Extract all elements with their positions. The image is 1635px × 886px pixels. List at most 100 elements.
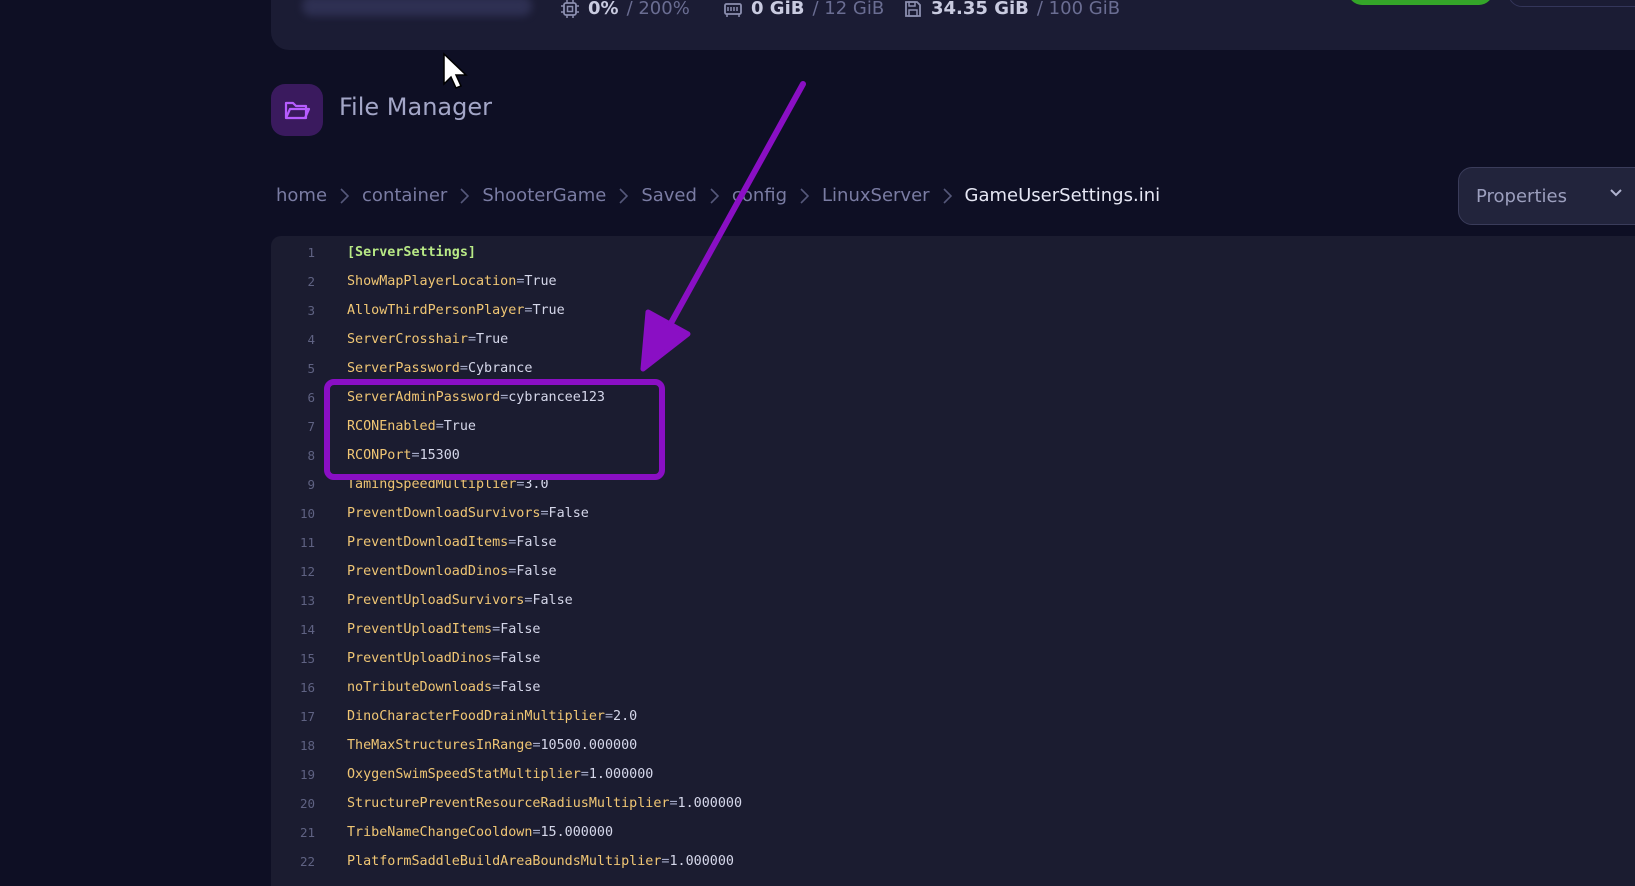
breadcrumb-linuxserver[interactable]: LinuxServer	[822, 185, 930, 206]
breadcrumb-saved[interactable]: Saved	[641, 185, 697, 206]
setting-value: False	[548, 506, 589, 521]
code-line[interactable]: 18 TheMaxStructuresInRange=10500.000000	[271, 731, 1635, 760]
breadcrumb-shootergame[interactable]: ShooterGame	[482, 185, 606, 206]
code-line[interactable]: 17 DinoCharacterFoodDrainMultiplier=2.0	[271, 702, 1635, 731]
setting-key: PreventDownloadItems	[347, 535, 509, 550]
code-line[interactable]: 3 AllowThirdPersonPlayer=True	[271, 296, 1635, 325]
line-number: 8	[307, 448, 315, 463]
chevron-right-icon	[340, 187, 350, 204]
restart-button[interactable]	[1508, 0, 1635, 7]
memory-max: / 12 GiB	[812, 0, 885, 19]
breadcrumb-home[interactable]: home	[276, 185, 327, 206]
code-line[interactable]: 11 PreventDownloadItems=False	[271, 528, 1635, 557]
chevron-right-icon	[800, 187, 810, 204]
setting-value: 1.000000	[588, 767, 654, 782]
section-header: [ServerSettings]	[347, 245, 476, 260]
line-number: 1	[307, 245, 315, 260]
setting-key: ServerPassword	[347, 361, 460, 376]
line-code: PreventDownloadItems=False	[347, 528, 557, 557]
setting-value: False	[500, 651, 541, 666]
setting-value: 1.000000	[669, 854, 734, 869]
setting-key: PlatformSaddleBuildAreaBoundsMultiplier	[347, 854, 662, 869]
cpu-max: / 200%	[626, 0, 690, 19]
setting-value: False	[500, 622, 541, 637]
line-number: 15	[299, 651, 315, 666]
memory-value: 0 GiB	[751, 0, 805, 19]
setting-key: ServerCrosshair	[347, 332, 468, 347]
line-code: OxygenSwimSpeedStatMultiplier=1.000000	[347, 760, 653, 789]
code-line[interactable]: 16 noTributeDownloads=False	[271, 673, 1635, 702]
line-number: 21	[299, 825, 315, 840]
setting-value: 2.0	[613, 709, 638, 724]
setting-value: 1.000000	[677, 796, 743, 811]
folder-open-icon	[284, 101, 311, 120]
code-editor[interactable]: 1 [ServerSettings] 2 ShowMapPlayerLocation=…	[271, 236, 1635, 886]
setting-key: AllowThirdPersonPlayer	[347, 303, 525, 318]
line-number: 2	[307, 274, 315, 289]
code-line[interactable]: 4 ServerCrosshair=True	[271, 325, 1635, 354]
setting-value: False	[516, 535, 557, 550]
line-number: 17	[299, 709, 315, 724]
code-line[interactable]: 10 PreventDownloadSurvivors=False	[271, 499, 1635, 528]
cpu-stat: 0% / 200%	[560, 0, 690, 19]
code-line[interactable]: 21 TribeNameChangeCooldown=15.000000	[271, 818, 1635, 847]
equals-sign: =	[540, 506, 549, 521]
setting-key: DinoCharacterFoodDrainMultiplier	[347, 709, 605, 724]
line-number: 7	[307, 419, 315, 434]
setting-key: ShowMapPlayerLocation	[347, 274, 517, 289]
disk-stat: 34.35 GiB / 100 GiB	[903, 0, 1120, 19]
setting-value: Cybrance	[467, 361, 533, 376]
code-line[interactable]: 20 StructurePreventResourceRadiusMultipli…	[271, 789, 1635, 818]
code-line[interactable]: 15 PreventUploadDinos=False	[271, 644, 1635, 673]
breadcrumb-current-file: GameUserSettings.ini	[964, 185, 1161, 206]
code-line[interactable]: 19 OxygenSwimSpeedStatMultiplier=1.000000	[271, 760, 1635, 789]
line-code: noTributeDownloads=False	[347, 673, 541, 702]
line-code: PreventDownloadDinos=False	[347, 557, 557, 586]
setting-value: False	[516, 564, 557, 579]
line-number: 19	[299, 767, 315, 782]
line-number: 11	[299, 535, 315, 550]
chevron-right-icon	[460, 187, 470, 204]
start-button[interactable]	[1348, 0, 1493, 5]
disk-max: / 100 GiB	[1036, 0, 1121, 19]
code-line[interactable]: 2 ShowMapPlayerLocation=True	[271, 267, 1635, 296]
setting-key: StructurePreventResourceRadiusMultiplier	[347, 796, 670, 811]
line-code: PreventUploadSurvivors=False	[347, 586, 573, 615]
line-number: 14	[299, 622, 315, 637]
chevron-right-icon	[942, 187, 952, 204]
line-number: 18	[299, 738, 315, 753]
setting-value: True	[476, 332, 509, 347]
line-code: AllowThirdPersonPlayer=True	[347, 296, 565, 325]
code-line[interactable]: 14 PreventUploadItems=False	[271, 615, 1635, 644]
code-line[interactable]: 12 PreventDownloadDinos=False	[271, 557, 1635, 586]
setting-key: TribeNameChangeCooldown	[347, 825, 533, 840]
chevron-down-icon	[1610, 189, 1622, 197]
line-number: 10	[299, 506, 315, 521]
line-number: 12	[299, 564, 315, 579]
line-code: ServerCrosshair=True	[347, 325, 508, 354]
line-code: ShowMapPlayerLocation=True	[347, 267, 557, 296]
code-line[interactable]: 22 PlatformSaddleBuildAreaBoundsMultiplie…	[271, 847, 1635, 876]
line-code: PreventUploadItems=False	[347, 615, 541, 644]
equals-sign: =	[532, 738, 541, 753]
code-line[interactable]: 1 [ServerSettings]	[271, 238, 1635, 267]
line-code: TheMaxStructuresInRange=10500.000000	[347, 731, 637, 760]
line-number: 16	[299, 680, 315, 695]
line-number: 4	[307, 332, 315, 347]
line-number: 6	[307, 390, 315, 405]
setting-value: 15.000000	[540, 825, 614, 840]
breadcrumb-container[interactable]: container	[362, 185, 447, 206]
line-number: 3	[307, 303, 315, 318]
breadcrumb-config[interactable]: config	[732, 185, 787, 206]
line-number: 13	[299, 593, 315, 608]
chevron-right-icon	[619, 187, 629, 204]
properties-dropdown[interactable]: Properties	[1458, 167, 1635, 225]
equals-sign: =	[467, 332, 476, 347]
code-line[interactable]: 13 PreventUploadSurvivors=False	[271, 586, 1635, 615]
setting-key: TheMaxStructuresInRange	[347, 738, 533, 753]
line-code: PreventDownloadSurvivors=False	[347, 499, 589, 528]
line-code: [ServerSettings]	[347, 238, 476, 267]
line-code: DinoCharacterFoodDrainMultiplier=2.0	[347, 702, 637, 731]
equals-sign: =	[580, 767, 589, 782]
setting-key: noTributeDownloads	[347, 680, 493, 695]
